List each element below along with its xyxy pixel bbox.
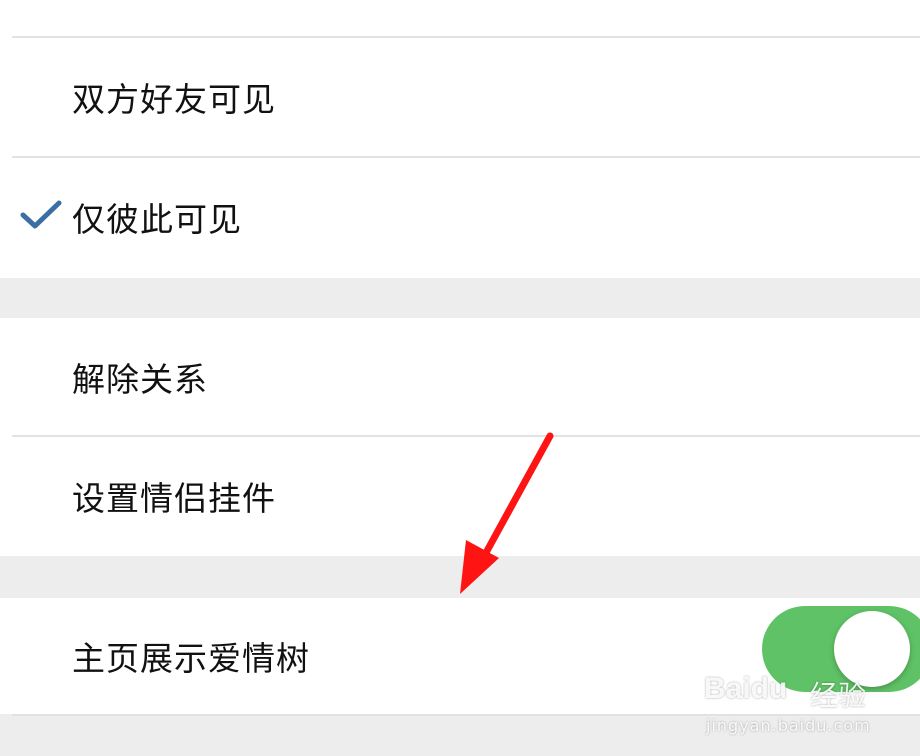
relationship-actions-group: 解除关系 设置情侣挂件: [0, 318, 920, 556]
option-label: 仅彼此可见: [72, 200, 242, 239]
couple-widget-item[interactable]: 设置情侣挂件: [0, 437, 920, 555]
visibility-options-group: 双方好友可见 仅彼此可见: [0, 0, 920, 278]
watermark-logo: Baidu: [704, 672, 788, 705]
item-label: 主页展示爱情树: [72, 639, 310, 678]
item-label: 解除关系: [72, 360, 208, 399]
checkmark-icon: [20, 200, 62, 229]
baidu-jingyan-watermark: Baidu 经验 jingyan.baidu.com: [700, 672, 910, 750]
watermark-url: jingyan.baidu.com: [706, 716, 871, 735]
watermark-brand: 经验: [810, 679, 867, 712]
option-each-other-only[interactable]: 仅彼此可见: [0, 158, 920, 276]
item-label: 设置情侣挂件: [72, 479, 276, 518]
option-mutual-friends[interactable]: 双方好友可见: [0, 38, 920, 156]
unbind-relationship-item[interactable]: 解除关系: [0, 318, 920, 436]
option-label: 双方好友可见: [72, 80, 276, 119]
